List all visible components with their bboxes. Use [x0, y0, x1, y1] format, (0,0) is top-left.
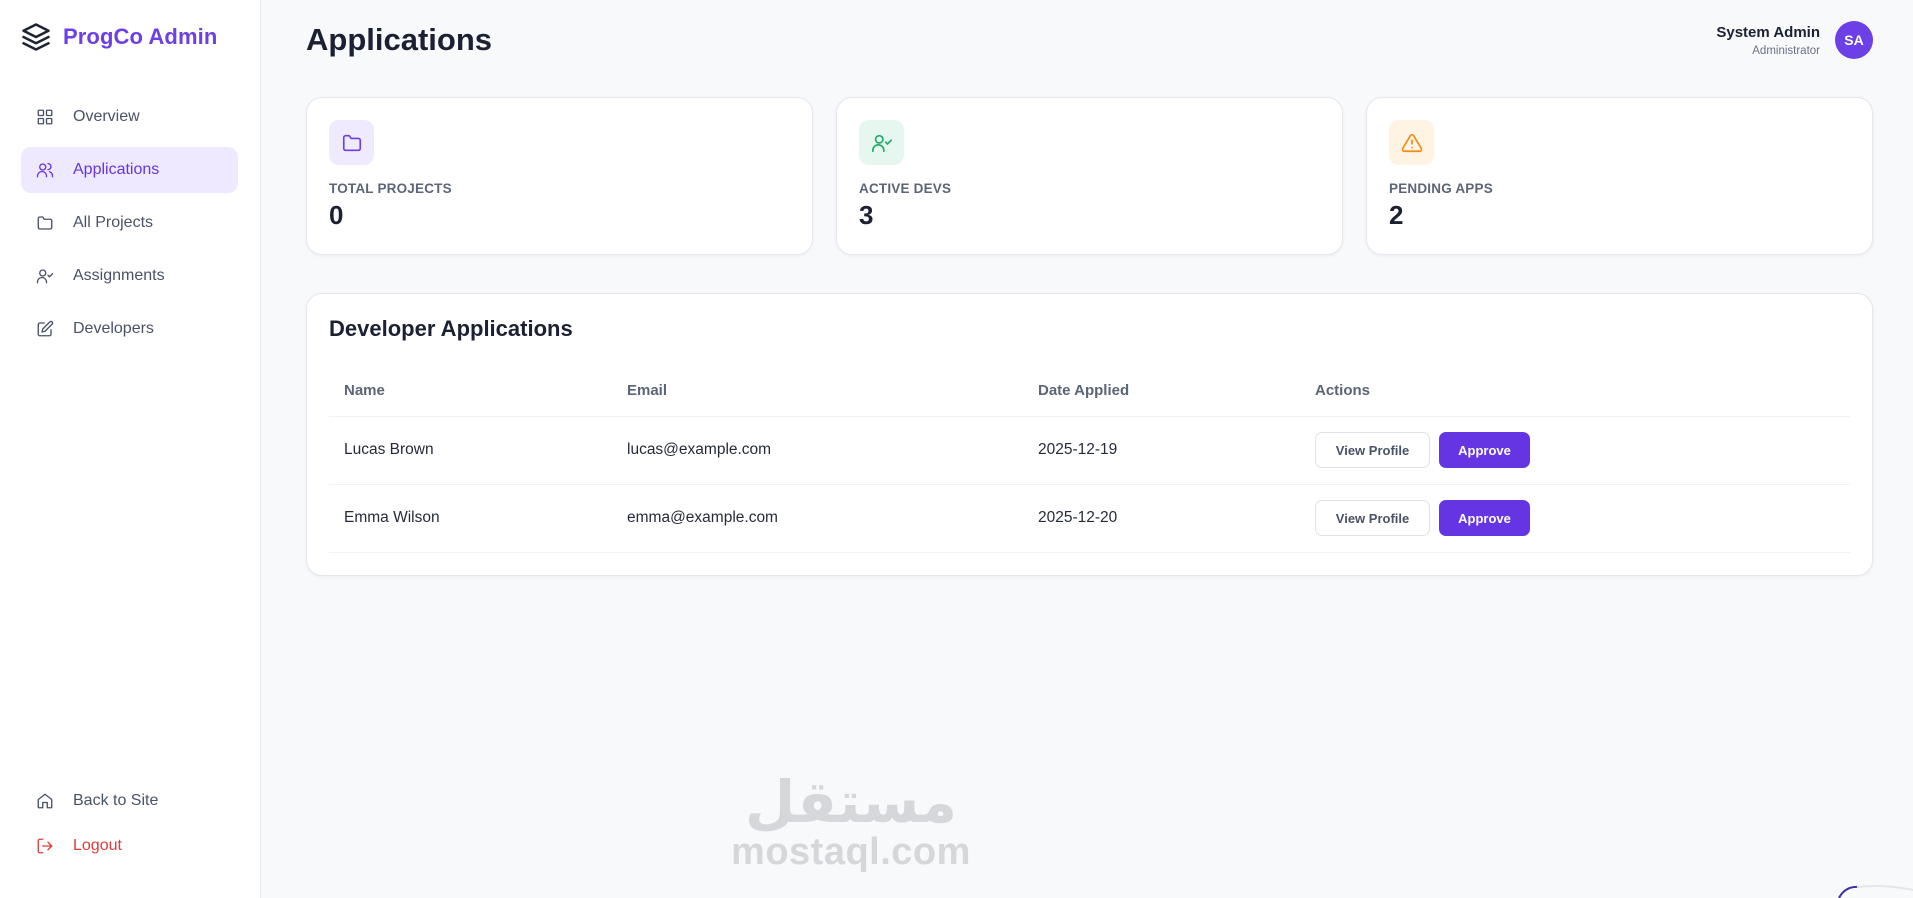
panel-title: Developer Applications [329, 316, 573, 341]
folder-icon [329, 120, 374, 165]
applicant-name: Lucas Brown [329, 416, 612, 485]
user-check-icon [35, 266, 55, 286]
watermark: مستقل mostaql.com [726, 772, 976, 872]
approve-button[interactable]: Approve [1439, 432, 1530, 468]
stats-row: TOTAL PROJECTS 0 ACTIVE DEVS 3 PENDING A… [306, 97, 1873, 255]
edit-icon [35, 319, 55, 339]
home-icon [35, 791, 55, 811]
back-to-site-link[interactable]: Back to Site [21, 778, 238, 823]
column-header: Actions [1300, 366, 1850, 417]
row-actions: View Profile Approve [1300, 416, 1850, 485]
stat-value: 3 [859, 200, 874, 230]
corner-logo-icon [1838, 885, 1913, 898]
applicant-email: emma@example.com [612, 484, 1023, 553]
sidebar-item-label: Overview [73, 108, 140, 125]
user-check-icon [859, 120, 904, 165]
grid-icon [35, 107, 55, 127]
sidebar-item-applications[interactable]: Applications [21, 147, 238, 193]
sidebar-item-label: Back to Site [73, 791, 159, 809]
applications-table: Name Email Date Applied Actions Lucas Br… [329, 366, 1850, 553]
stat-value: 2 [1389, 200, 1404, 230]
sidebar-bottom-nav: Back to Site Logout [21, 778, 238, 868]
sidebar-item-label: Developers [73, 320, 154, 337]
row-actions: View Profile Approve [1300, 484, 1850, 553]
table-header-row: Name Email Date Applied Actions [329, 366, 1850, 417]
stat-card-pending-apps: PENDING APPS 2 [1366, 97, 1873, 255]
approve-button[interactable]: Approve [1439, 500, 1530, 536]
sidebar-item-label: Assignments [73, 267, 165, 284]
app: ProgCo Admin Overview Applications All P… [0, 0, 1913, 898]
sidebar-nav: Overview Applications All Projects Assig… [21, 94, 238, 352]
brand[interactable]: ProgCo Admin [21, 0, 238, 74]
stat-value: 0 [329, 200, 344, 230]
column-header: Email [612, 366, 1023, 417]
sidebar-item-overview[interactable]: Overview [21, 94, 238, 140]
table-row: Lucas Brown lucas@example.com 2025-12-19… [329, 416, 1850, 485]
watermark-arabic: مستقل [744, 768, 958, 836]
user-menu[interactable]: System Admin Administrator SA [1716, 21, 1873, 59]
watermark-latin: mostaql.com [731, 831, 971, 873]
applicant-date: 2025-12-19 [1023, 416, 1300, 485]
applicant-email: lucas@example.com [612, 416, 1023, 485]
sidebar-item-label: Logout [73, 836, 122, 854]
folder-icon [35, 213, 55, 233]
sidebar-item-developers[interactable]: Developers [21, 306, 238, 352]
stat-card-active-devs: ACTIVE DEVS 3 [836, 97, 1343, 255]
avatar[interactable]: SA [1835, 21, 1873, 59]
applicant-date: 2025-12-20 [1023, 484, 1300, 553]
sidebar-item-assignments[interactable]: Assignments [21, 253, 238, 299]
stat-label: TOTAL PROJECTS [329, 181, 452, 196]
user-role: Administrator [1752, 44, 1820, 57]
sidebar: ProgCo Admin Overview Applications All P… [0, 0, 261, 898]
user-name: System Admin [1716, 23, 1820, 41]
sidebar-item-label: Applications [73, 161, 160, 178]
layers-icon [21, 22, 51, 52]
column-header: Name [329, 366, 612, 417]
sidebar-item-label: All Projects [73, 214, 154, 231]
column-header: Date Applied [1023, 366, 1300, 417]
view-profile-button[interactable]: View Profile [1315, 500, 1430, 536]
applicant-name: Emma Wilson [329, 484, 612, 553]
main-content: Applications System Admin Administrator … [261, 0, 1913, 898]
stat-label: ACTIVE DEVS [859, 181, 952, 196]
logout-icon [35, 836, 55, 856]
brand-name: ProgCo Admin [63, 24, 218, 49]
stat-label: PENDING APPS [1389, 181, 1493, 196]
logout-button[interactable]: Logout [21, 823, 238, 868]
table-row: Emma Wilson emma@example.com 2025-12-20 … [329, 484, 1850, 553]
page-title: Applications [306, 22, 493, 57]
stat-card-total-projects: TOTAL PROJECTS 0 [306, 97, 813, 255]
topbar: Applications System Admin Administrator … [306, 0, 1873, 80]
users-icon [35, 160, 55, 180]
applications-panel: Developer Applications Name Email Date A… [306, 293, 1873, 576]
view-profile-button[interactable]: View Profile [1315, 432, 1430, 468]
sidebar-item-all-projects[interactable]: All Projects [21, 200, 238, 246]
user-info: System Admin Administrator [1716, 24, 1820, 57]
alert-triangle-icon [1389, 120, 1434, 165]
